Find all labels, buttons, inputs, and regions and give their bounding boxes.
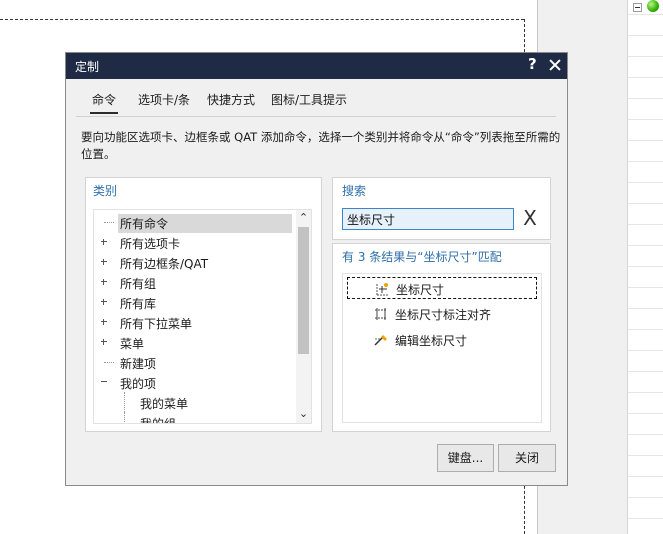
tree-row xyxy=(628,266,663,267)
tree-item-all-galleries[interactable]: 所有库 xyxy=(94,292,296,312)
tree-item-label: 我的菜单 xyxy=(140,397,189,411)
instructions-text: 要向功能区选项卡、边框条或 QAT 添加命令，选择一个类别并将命令从“命令”列表… xyxy=(81,130,561,161)
tree-item-label: 菜单 xyxy=(120,337,145,351)
tree-item-all-groups[interactable]: 所有组 xyxy=(94,272,296,292)
tree-connector xyxy=(104,222,114,223)
tree-row xyxy=(628,119,663,120)
result-item-edit-ordinate[interactable]: 编辑坐标尺寸 xyxy=(347,329,537,351)
tree-row xyxy=(628,98,663,99)
tree-item-new-item[interactable]: 新建项 xyxy=(94,352,296,372)
tab-ribbon-tabs[interactable]: 选项卡/条 xyxy=(138,91,190,108)
close-button[interactable]: 关闭 xyxy=(498,444,556,472)
tab-commands[interactable]: 命令 xyxy=(89,91,119,114)
status-dot-icon xyxy=(647,0,659,12)
result-item-label: 编辑坐标尺寸 xyxy=(395,334,468,348)
results-list[interactable]: 坐标尺寸 坐标尺寸标注对齐 编辑坐标尺寸 xyxy=(342,273,542,423)
customize-dialog: 定制 ? 命令 选项卡/条 快捷方式 图标/工具提示 要向功能区选项卡、边框条或… xyxy=(65,52,568,486)
tree-row xyxy=(628,518,663,519)
tab-icons-tooltips[interactable]: 图标/工具提示 xyxy=(271,91,347,108)
tab-divider xyxy=(76,116,556,117)
tree-connector xyxy=(124,392,125,412)
dialog-title: 定制 xyxy=(75,60,100,74)
tab-shortcuts[interactable]: 快捷方式 xyxy=(207,91,255,108)
tree-item-label: 我的项 xyxy=(120,377,157,391)
tree-item-label: 所有组 xyxy=(120,277,157,291)
scroll-down-arrow-icon[interactable]: ⌄ xyxy=(296,406,311,422)
dialog-titlebar[interactable]: 定制 ? xyxy=(66,53,567,79)
tree-row xyxy=(628,245,663,246)
category-scrollbar[interactable]: ⌃ ⌄ xyxy=(296,210,311,423)
tree-item-my-items[interactable]: 我的项 xyxy=(94,372,296,392)
collapse-icon[interactable] xyxy=(633,3,642,12)
tree-row xyxy=(628,497,663,498)
tree-row xyxy=(628,203,663,204)
tree-item-label: 所有库 xyxy=(120,297,157,311)
tree-row xyxy=(628,392,663,393)
expand-icon[interactable] xyxy=(100,298,107,305)
ordinate-dimension-icon xyxy=(374,282,390,296)
clear-search-button[interactable]: X xyxy=(518,207,542,231)
collapse-icon[interactable] xyxy=(100,378,107,385)
tree-row xyxy=(628,56,663,57)
help-button[interactable]: ? xyxy=(528,55,537,73)
expand-icon[interactable] xyxy=(100,318,107,325)
tree-item-label: 所有选项卡 xyxy=(120,237,181,251)
sheet-border-top xyxy=(0,19,524,20)
scroll-thumb[interactable] xyxy=(298,227,309,354)
tree-row xyxy=(628,140,663,141)
result-item-label: 坐标尺寸 xyxy=(396,283,445,297)
tree-row xyxy=(628,14,663,15)
result-item-label: 坐标尺寸标注对齐 xyxy=(395,308,492,322)
tree-row xyxy=(628,476,663,477)
feature-tree-panel[interactable] xyxy=(627,0,663,534)
keyboard-button[interactable]: 键盘... xyxy=(437,444,494,472)
tree-row xyxy=(628,350,663,351)
tree-row xyxy=(628,413,663,414)
expand-icon[interactable] xyxy=(100,238,107,245)
tree-connector xyxy=(104,362,114,363)
tree-row xyxy=(628,455,663,456)
tree-item-label: 所有下拉菜单 xyxy=(120,317,193,331)
tree-row xyxy=(628,224,663,225)
tree-item-all-commands[interactable]: 所有命令 xyxy=(94,212,296,233)
tree-item-menus[interactable]: 菜单 xyxy=(94,332,296,352)
tree-row xyxy=(628,434,663,435)
tree-item-my-groups[interactable]: 我的组 xyxy=(94,412,296,424)
tree-row xyxy=(628,35,663,36)
result-item-align-ordinate[interactable]: 坐标尺寸标注对齐 xyxy=(347,303,537,325)
tree-item-all-bars-qat[interactable]: 所有边框条/QAT xyxy=(94,252,296,272)
results-summary: 有 3 条结果与“坐标尺寸”匹配 xyxy=(342,250,502,264)
tree-row xyxy=(628,77,663,78)
expand-icon[interactable] xyxy=(100,278,107,285)
tree-item-label: 所有命令 xyxy=(118,214,292,233)
tree-item-label: 新建项 xyxy=(120,357,157,371)
tree-row xyxy=(628,371,663,372)
tree-item-my-menus[interactable]: 我的菜单 xyxy=(94,392,296,412)
tree-item-all-tabs[interactable]: 所有选项卡 xyxy=(94,232,296,252)
tree-item-all-dropdowns[interactable]: 所有下拉菜单 xyxy=(94,312,296,332)
tree-row xyxy=(628,308,663,309)
category-label: 类别 xyxy=(93,184,118,198)
tree-row xyxy=(628,287,663,288)
search-input[interactable] xyxy=(342,208,514,230)
expand-icon[interactable] xyxy=(100,258,107,265)
scroll-up-arrow-icon[interactable]: ⌃ xyxy=(296,210,311,226)
edit-ordinate-icon xyxy=(373,333,389,347)
search-label: 搜索 xyxy=(342,184,367,198)
result-item-ordinate-dimension[interactable]: 坐标尺寸 xyxy=(347,277,537,299)
category-tree[interactable]: 所有命令 所有选项卡 所有边框条/QAT 所有组 所有库 所有下拉菜单 菜单 新… xyxy=(93,209,312,424)
tree-row xyxy=(628,182,663,183)
tree-item-label: 我的组 xyxy=(140,417,177,424)
tree-row xyxy=(628,329,663,330)
tree-connector xyxy=(124,412,125,422)
align-ordinate-icon xyxy=(373,307,389,321)
expand-icon[interactable] xyxy=(100,338,107,345)
tree-item-label: 所有边框条/QAT xyxy=(120,257,209,271)
tree-row xyxy=(628,161,663,162)
close-icon[interactable] xyxy=(546,53,564,77)
